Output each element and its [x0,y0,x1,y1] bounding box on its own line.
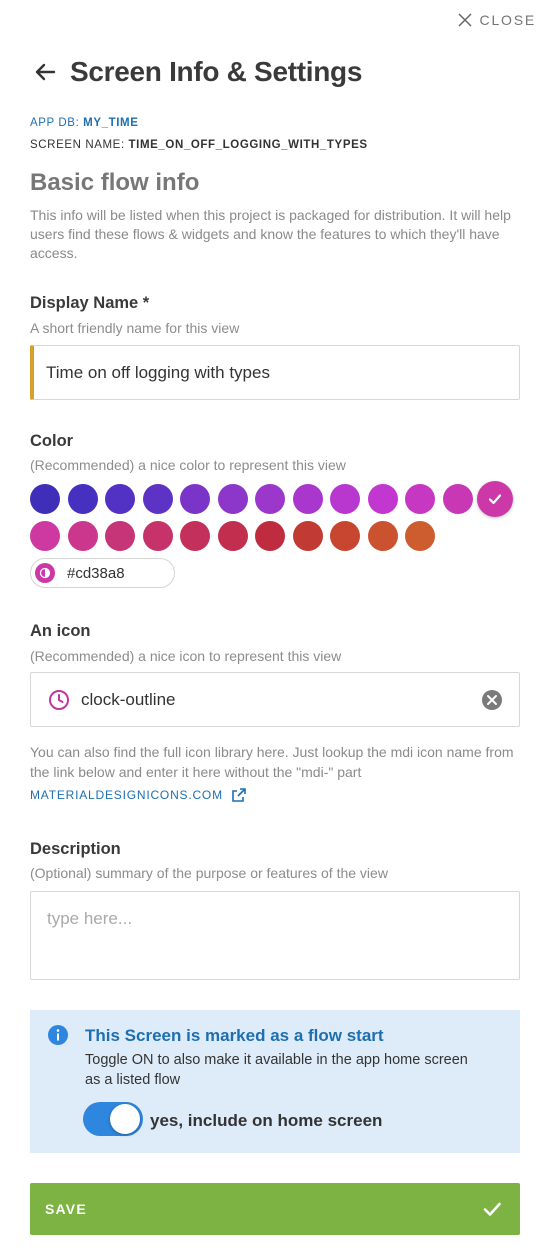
flow-start-text: Toggle ON to also make it available in t… [85,1052,468,1088]
color-swatch[interactable] [105,521,135,551]
color-swatch[interactable] [367,521,398,551]
color-swatch[interactable] [142,484,173,514]
icon-library-link-label: MATERIALDESIGNICONS.COM [30,788,223,802]
close-button[interactable]: CLOSE [458,12,536,28]
color-swatch[interactable] [330,484,360,514]
section-title: Basic flow info [30,169,200,196]
color-swatch[interactable] [330,521,360,551]
open-in-new-icon [232,788,246,802]
check-icon [488,494,502,505]
display-name-label: Display Name * [30,294,150,312]
flow-start-info-box: This Screen is marked as a flow start To… [30,1010,520,1153]
close-label: CLOSE [479,12,536,28]
color-swatch[interactable] [180,521,210,551]
home-screen-toggle-label: yes, include on home screen [150,1111,383,1130]
icon-input-value: clock-outline [81,690,176,709]
save-button[interactable]: SAVE [30,1183,520,1235]
check-icon [483,1202,501,1216]
section-description: This info will be listed when this proje… [30,207,511,261]
description-placeholder: type here... [47,909,133,928]
display-name-input[interactable]: Time on off logging with types [30,345,520,400]
color-swatch[interactable] [442,484,473,514]
app-db-info: APP DB: MY_TIME [30,117,139,129]
clear-icon[interactable] [481,689,503,711]
color-swatch[interactable] [255,521,285,551]
home-screen-toggle[interactable] [83,1102,143,1136]
page-header: Screen Info & Settings [30,56,536,88]
arrow-left-icon[interactable] [30,57,60,87]
app-db-value: MY_TIME [83,117,139,129]
icon-help-text: You can also find the full icon library … [30,744,514,780]
color-hex-input[interactable]: #cd38a8 [30,558,175,588]
app-db-key: APP DB: [30,117,80,129]
close-icon [458,13,472,27]
screen-name-value: TIME_ON_OFF_LOGGING_WITH_TYPES [128,139,368,151]
icon-input[interactable]: clock-outline [30,672,520,727]
display-name-hint: A short friendly name for this view [30,320,240,336]
color-swatch[interactable] [67,484,98,514]
color-swatch-selected[interactable] [477,481,513,517]
description-label: Description [30,840,121,858]
color-swatch[interactable] [367,484,398,514]
color-hex-value: #cd38a8 [67,564,125,582]
info-icon [48,1025,68,1045]
icon-library-link[interactable]: MATERIALDESIGNICONS.COM [30,787,247,803]
invert-colors-icon [39,567,51,579]
flow-start-title: This Screen is marked as a flow start [85,1026,384,1045]
color-swatch[interactable] [142,521,173,551]
page-title: Screen Info & Settings [70,56,363,87]
description-hint: (Optional) summary of the purpose or fea… [30,865,388,881]
color-hint: (Recommended) a nice color to represent … [30,457,346,473]
color-swatch[interactable] [292,521,323,551]
color-swatch[interactable] [405,484,435,514]
icon-hint: (Recommended) a nice icon to represent t… [30,648,342,664]
toggle-knob [110,1104,140,1134]
color-swatch[interactable] [30,484,60,514]
color-swatch[interactable] [30,521,60,551]
color-preview-icon [35,563,55,583]
color-swatch[interactable] [105,484,135,514]
color-swatch[interactable] [405,521,435,551]
screen-name-info: SCREEN NAME: TIME_ON_OFF_LOGGING_WITH_TY… [30,139,368,151]
display-name-value: Time on off logging with types [46,363,270,382]
clock-outline-icon [49,690,69,710]
color-swatch[interactable] [180,484,210,514]
color-label: Color [30,432,74,450]
color-swatch[interactable] [255,484,285,514]
save-label: SAVE [45,1201,87,1217]
description-input[interactable]: type here... [30,891,520,980]
icon-label: An icon [30,622,91,640]
color-swatch[interactable] [217,484,248,514]
color-swatch[interactable] [67,521,98,551]
color-swatch[interactable] [292,484,323,514]
screen-name-key: SCREEN NAME: [30,139,125,151]
color-swatch[interactable] [217,521,248,551]
